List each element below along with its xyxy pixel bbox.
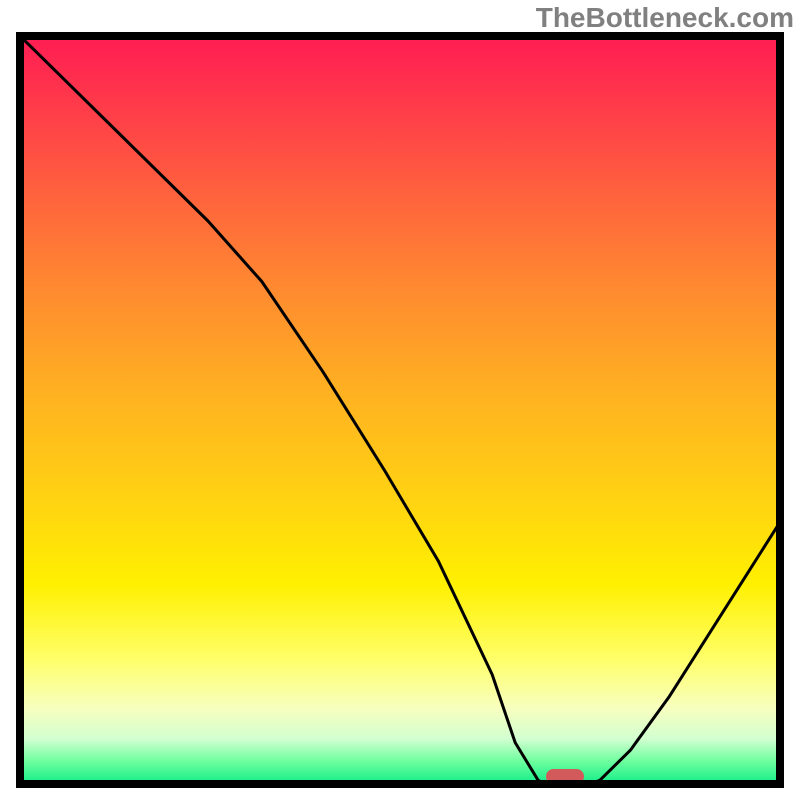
bottleneck-curve bbox=[16, 32, 784, 788]
curve-path bbox=[16, 32, 784, 788]
chart-container: TheBottleneck.com bbox=[0, 0, 800, 800]
axis-left bbox=[16, 32, 24, 788]
axis-bottom bbox=[16, 780, 784, 788]
plot-frame bbox=[16, 32, 784, 788]
axis-right bbox=[776, 32, 784, 788]
watermark-label: TheBottleneck.com bbox=[536, 2, 794, 34]
axis-top bbox=[16, 32, 784, 40]
